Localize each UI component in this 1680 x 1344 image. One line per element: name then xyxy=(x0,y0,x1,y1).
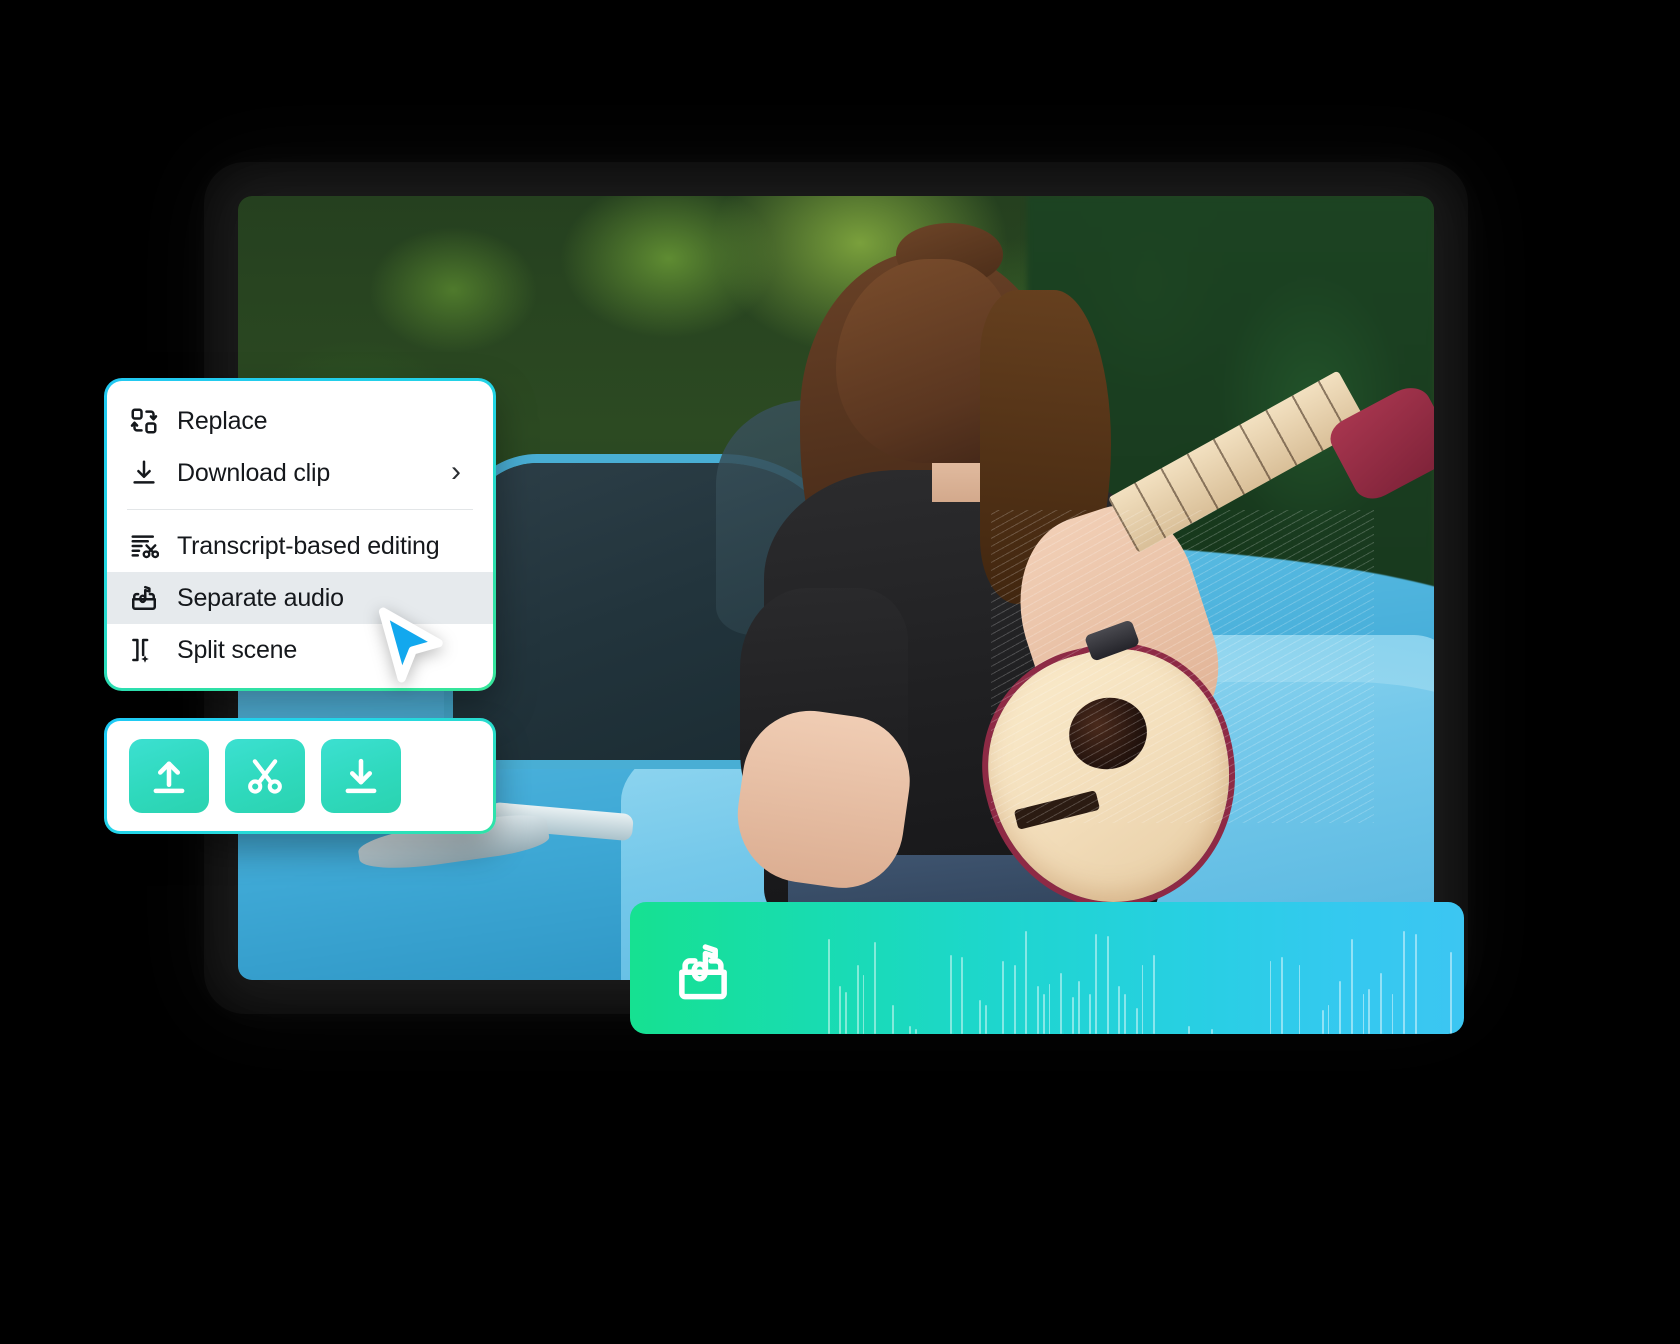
waveform-bar xyxy=(856,965,859,1034)
separate-audio-icon xyxy=(132,585,156,610)
waveform-bar xyxy=(961,957,964,1034)
waveform-bar xyxy=(914,1028,917,1034)
waveform-bar xyxy=(1298,965,1301,1034)
menu-divider xyxy=(127,509,473,510)
waveform-bar xyxy=(1048,983,1051,1034)
waveform-bar xyxy=(827,938,830,1034)
waveform-bar xyxy=(1269,961,1272,1034)
waveform-bar xyxy=(949,954,952,1034)
waveform-bar xyxy=(1135,1007,1138,1034)
waveform-bar xyxy=(1188,1026,1190,1034)
clip-mini-toolbar[interactable] xyxy=(104,718,496,834)
menu-item-download-clip[interactable]: Download clip › xyxy=(107,447,493,499)
waveform-bar xyxy=(1327,1004,1330,1034)
upload-icon xyxy=(153,761,185,794)
waveform-bar xyxy=(1025,931,1028,1034)
waveform-bar xyxy=(1077,981,1080,1034)
waveform-bar xyxy=(1118,986,1121,1034)
waveform-bar xyxy=(862,974,865,1034)
replace-icon xyxy=(130,408,158,434)
waveform-bar xyxy=(891,1004,894,1034)
transcript-scissors-icon xyxy=(131,535,159,559)
cut-button[interactable] xyxy=(225,739,305,813)
chevron-right-icon: › xyxy=(451,455,461,488)
mouse-cursor-icon xyxy=(378,607,443,683)
waveform-bar xyxy=(845,991,847,1034)
menu-item-label: Download clip xyxy=(177,458,331,487)
waveform-bar xyxy=(978,999,981,1034)
menu-item-transcript-based-editing[interactable]: Transcript-based editing xyxy=(107,520,493,572)
waveform-bar xyxy=(1321,1010,1324,1034)
split-scene-icon xyxy=(132,638,149,663)
waveform-bar xyxy=(1414,933,1417,1034)
ukulele-strings xyxy=(991,509,1375,824)
menu-item-replace[interactable]: Replace xyxy=(107,395,493,447)
download-icon xyxy=(345,758,377,794)
waveform-bar xyxy=(909,1026,911,1034)
waveform-bar xyxy=(1362,994,1365,1034)
waveform-bar xyxy=(1391,994,1394,1034)
scissors-icon xyxy=(248,759,282,794)
waveform-bar xyxy=(1281,957,1283,1034)
download-button[interactable] xyxy=(321,739,401,813)
waveform-bar xyxy=(1403,931,1405,1034)
separated-audio-track[interactable] xyxy=(630,902,1464,1034)
audio-extract-icon xyxy=(679,944,727,1000)
waveform-bar xyxy=(874,941,877,1034)
upload-button[interactable] xyxy=(129,739,209,813)
audio-waveform xyxy=(758,902,1452,1034)
waveform-bar xyxy=(839,986,842,1034)
waveform-bar xyxy=(1071,997,1074,1034)
menu-item-label: Transcript-based editing xyxy=(177,531,440,560)
waveform-bar xyxy=(1013,965,1016,1034)
waveform-bar xyxy=(984,1004,987,1034)
waveform-bar xyxy=(1141,965,1144,1034)
waveform-bar xyxy=(1339,981,1342,1034)
waveform-bar xyxy=(1106,936,1109,1034)
waveform-bar xyxy=(1368,989,1371,1034)
waveform-bar xyxy=(1211,1028,1214,1034)
menu-item-label: Replace xyxy=(177,406,268,435)
waveform-bar xyxy=(1153,954,1156,1034)
waveform-bar xyxy=(1350,938,1353,1034)
waveform-bar xyxy=(1124,994,1126,1034)
waveform-bar xyxy=(1089,994,1092,1034)
waveform-bar xyxy=(1060,973,1063,1034)
toolbar-panel xyxy=(107,721,493,831)
waveform-bar xyxy=(1042,994,1045,1034)
download-icon xyxy=(133,460,155,484)
waveform-bar xyxy=(1002,961,1004,1034)
waveform-bar xyxy=(1449,952,1452,1034)
waveform-bar xyxy=(1095,933,1097,1034)
waveform-bar xyxy=(1379,973,1382,1034)
waveform-bar xyxy=(1037,986,1039,1034)
